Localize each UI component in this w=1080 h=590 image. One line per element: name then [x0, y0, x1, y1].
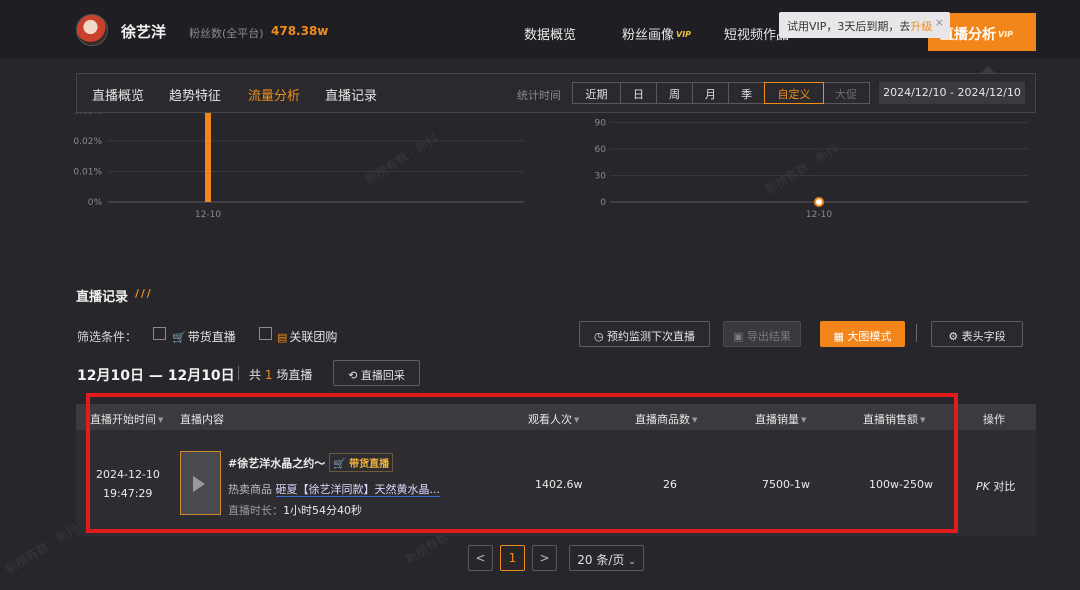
filter-option-sales-live[interactable]: 🛒 带货直播 — [172, 328, 236, 345]
period-recent[interactable]: 近期 — [573, 83, 621, 103]
date-range-picker[interactable]: 2024/12/10 - 2024/12/10 — [879, 82, 1025, 104]
pk-icon: PK — [976, 480, 990, 493]
gear-icon: ⚙ — [948, 330, 962, 343]
highlight-frame — [86, 393, 958, 533]
compare-action[interactable]: PK 对比 — [976, 478, 1015, 494]
tab-traffic-analysis[interactable]: 流量分析 — [248, 85, 300, 104]
tooltip-arrow — [981, 66, 995, 73]
chart-conversion-rate: 0% 0.01% 0.02% 0.03% 12-10 — [73, 113, 524, 220]
filter-checkbox-sales-live[interactable] — [153, 327, 166, 340]
total-count: 共 1 场直播 — [249, 368, 313, 382]
export-button[interactable]: ▣ 导出结果 — [723, 321, 801, 347]
column-fields-button[interactable]: ⚙ 表头字段 — [931, 321, 1023, 347]
period-promo[interactable]: 大促 — [823, 83, 869, 103]
nav-fans-portrait[interactable]: 粉丝画像 VIP — [622, 24, 691, 43]
tab-live-overview[interactable]: 直播概览 — [92, 85, 144, 104]
y-tick-label: 0.02% — [73, 137, 102, 147]
monitor-next-live-button[interactable]: ◷ 预约监测下次直播 — [579, 321, 710, 347]
vip-badge: VIP — [998, 30, 1014, 39]
vip-badge: VIP — [676, 30, 692, 39]
y-tick-label: 60 — [595, 145, 607, 155]
username: 徐艺洋 — [121, 23, 167, 41]
section-title: 直播记录 — [76, 290, 129, 305]
clock-icon: ◷ — [593, 330, 608, 343]
divider — [238, 366, 239, 380]
vip-trial-tooltip: 试用VIP，3天后到期，去升级 × — [779, 12, 950, 38]
y-tick-label: 90 — [595, 119, 607, 129]
divider — [916, 324, 917, 342]
group-buy-icon: ▤ — [277, 331, 288, 344]
period-selector: 近期 日 周 月 季 自定义 大促 — [572, 82, 870, 104]
y-tick-label: 0% — [88, 198, 103, 208]
tab-trend-features[interactable]: 趋势特征 — [169, 85, 221, 104]
traffic-charts: 0% 0.01% 0.02% 0.03% 12-10 0 30 60 90 12-10 — [0, 113, 1080, 233]
live-review-button[interactable]: ⟲ 直播回采 — [333, 360, 420, 386]
filter-option-group-buy[interactable]: ▤ 关联团购 — [277, 328, 337, 345]
page-size-select[interactable]: 20 条/页 ⌄ — [569, 545, 644, 571]
sub-navigation: 直播概览 趋势特征 流量分析 直播记录 统计时间 近期 日 周 月 季 自定义 … — [76, 73, 1036, 113]
cart-icon: 🛒 — [172, 331, 186, 344]
y-tick-label: 0.03% — [73, 113, 102, 117]
period-custom[interactable]: 自定义 — [764, 82, 824, 104]
y-tick-label: 0.01% — [73, 168, 102, 178]
excel-icon: ▣ — [733, 330, 747, 343]
nav-data-overview[interactable]: 数据概览 — [524, 24, 576, 43]
fans-label: 粉丝数(全平台) — [189, 27, 264, 40]
period-month[interactable]: 月 — [693, 83, 729, 103]
period-quarter[interactable]: 季 — [729, 83, 765, 103]
x-tick-label: 12-10 — [806, 210, 832, 220]
filter-checkbox-group-buy[interactable] — [259, 327, 272, 340]
period-week[interactable]: 周 — [657, 83, 693, 103]
x-tick-label: 12-10 — [195, 210, 221, 220]
data-point — [814, 197, 824, 207]
watermark: 新榜有数 · 新抖 — [2, 520, 82, 577]
fans-value: 478.38w — [271, 24, 329, 38]
y-tick-label: 0 — [600, 198, 606, 208]
close-icon[interactable]: × — [935, 16, 944, 29]
stat-time-label: 统计时间 — [517, 89, 561, 102]
avatar[interactable] — [76, 14, 108, 46]
tab-live-records[interactable]: 直播记录 — [325, 85, 377, 104]
bar — [205, 113, 211, 202]
period-day[interactable]: 日 — [621, 83, 657, 103]
chevron-down-icon: ⌄ — [628, 557, 636, 567]
upgrade-link[interactable]: 升级 — [910, 20, 932, 33]
filter-label: 筛选条件： — [77, 330, 138, 344]
prev-page-button[interactable]: < — [468, 545, 493, 571]
next-page-button[interactable]: > — [532, 545, 557, 571]
y-tick-label: 30 — [595, 172, 607, 182]
col-action: 操作 — [983, 413, 1005, 426]
big-image-mode-button[interactable]: ▦ 大图模式 — [820, 321, 905, 347]
date-span: 12月10日 — 12月10日 — [77, 368, 235, 384]
charts-svg: 0% 0.01% 0.02% 0.03% 12-10 0 30 60 90 12-10 — [73, 113, 1028, 220]
replay-icon: ⟲ — [348, 369, 361, 382]
top-header: 徐艺洋 粉丝数(全平台) 478.38w 数据概览 粉丝画像 VIP 短视频作品 … — [0, 0, 1080, 58]
grid-icon: ▦ — [833, 330, 848, 343]
title-decoration: / / / — [135, 287, 151, 300]
chart-viewers: 0 30 60 90 12-10 — [595, 119, 1028, 220]
page-1-button[interactable]: 1 — [500, 545, 525, 571]
